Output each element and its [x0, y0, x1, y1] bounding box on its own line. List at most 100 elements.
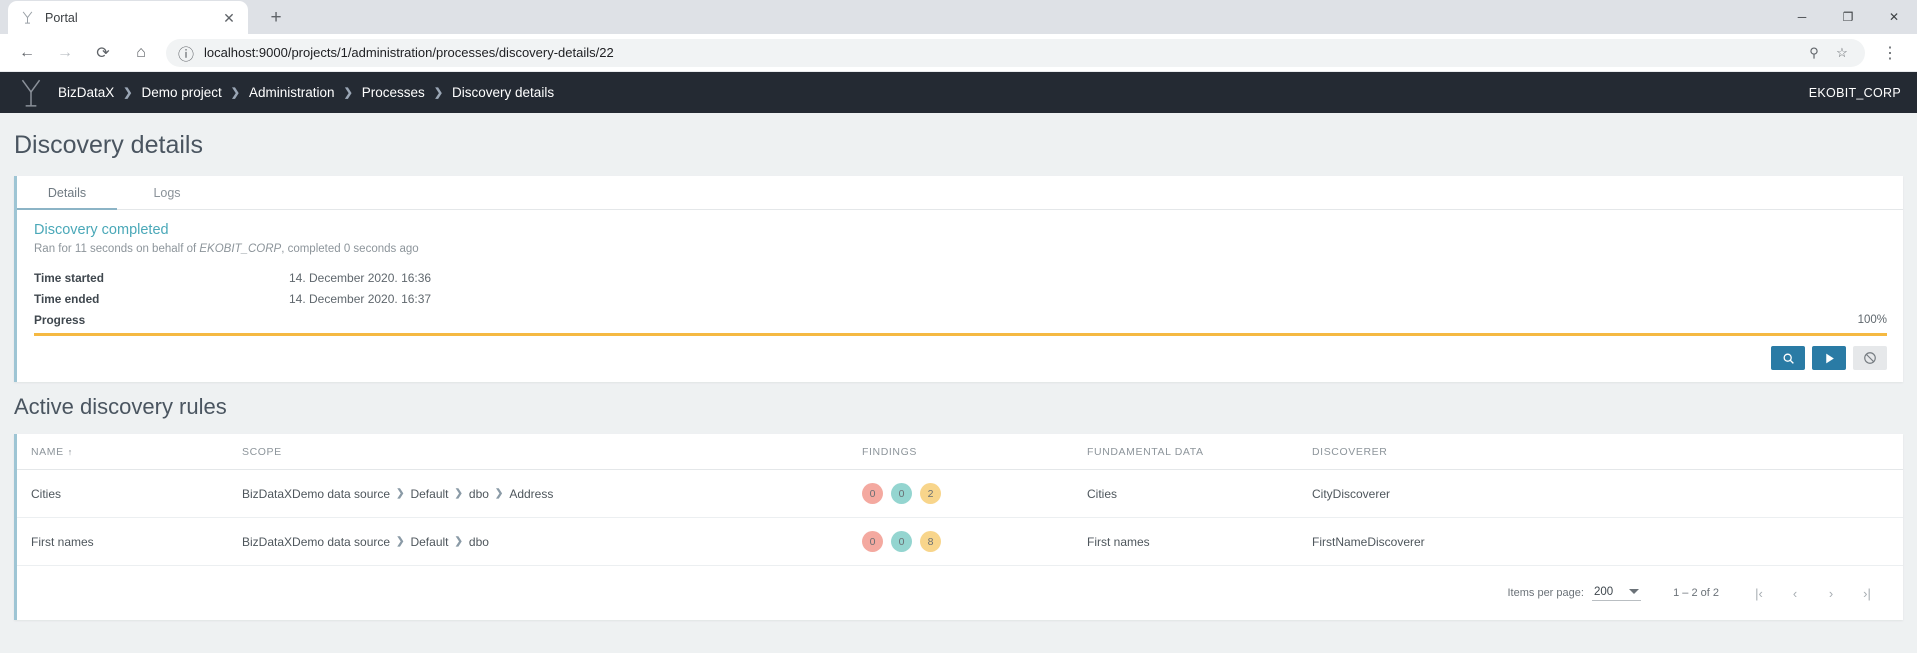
browser-toolbar: ← → ⟳ ⌂ ⓘ localhost:9000/projects/1/admi… — [0, 34, 1917, 72]
detail-row-time-started: Time started 14. December 2020. 16:36 — [17, 267, 1903, 288]
reload-icon[interactable]: ⟳ — [88, 38, 118, 68]
browser-menu-icon[interactable]: ⋮ — [1875, 38, 1905, 68]
column-header-discoverer[interactable]: DISCOVERER — [1312, 434, 1903, 470]
column-header-findings[interactable]: FINDINGS — [862, 434, 1087, 470]
cell-scope: BizDataXDemo data source ❯ Default ❯ dbo… — [242, 469, 862, 518]
last-page-button[interactable]: ›| — [1849, 578, 1885, 608]
cell-name: Cities — [17, 469, 242, 518]
browser-tab-title: Portal — [45, 10, 78, 25]
column-header-name-label: NAME — [31, 446, 64, 458]
cell-discoverer: CityDiscoverer — [1312, 469, 1903, 518]
breadcrumb-item-processes[interactable]: Processes — [362, 85, 425, 100]
column-header-scope[interactable]: SCOPE — [242, 434, 862, 470]
status-block: Discovery completed Ran for 11 seconds o… — [17, 210, 1903, 261]
detail-label: Time ended — [34, 291, 100, 306]
cancel-button[interactable] — [1853, 346, 1887, 370]
cell-discoverer: FirstNameDiscoverer — [1312, 517, 1903, 566]
table-header: NAME ↑ SCOPE FINDINGS FUNDAMENTAL DATA DI… — [17, 434, 1903, 470]
breadcrumb-item-bizdatax[interactable]: BizDataX — [58, 85, 114, 100]
previous-page-button[interactable]: ‹ — [1777, 578, 1813, 608]
search-button[interactable] — [1771, 346, 1805, 370]
new-tab-button[interactable]: + — [262, 3, 290, 31]
back-icon[interactable]: ← — [12, 38, 42, 68]
cell-fundamental-data: Cities — [1087, 469, 1312, 518]
findings-badge-pending[interactable]: 8 — [920, 531, 941, 552]
tab-bar: Details Logs — [17, 176, 1903, 210]
bizdatax-logo-icon — [16, 77, 46, 109]
close-icon[interactable]: ✕ — [220, 9, 238, 27]
home-icon[interactable]: ⌂ — [126, 38, 156, 68]
table-row[interactable]: Cities BizDataXDemo data source ❯ Defaul… — [17, 469, 1903, 518]
cell-fundamental-data: First names — [1087, 517, 1312, 566]
detail-value: 14. December 2020. 16:37 — [289, 291, 432, 306]
page-content: Discovery details Details Logs Discovery… — [0, 113, 1917, 653]
cell-findings: 0 0 8 — [862, 517, 1087, 566]
status-subtitle-actor: EKOBIT_CORP — [199, 243, 282, 255]
chevron-right-icon: ❯ — [230, 87, 241, 99]
forward-icon[interactable]: → — [50, 38, 80, 68]
scope-part: BizDataXDemo data source — [242, 486, 391, 501]
progress-percent: 100% — [1857, 314, 1887, 326]
chevron-right-icon: ❯ — [123, 87, 133, 99]
findings-badge-critical[interactable]: 0 — [862, 531, 883, 552]
items-per-page-value: 200 — [1593, 585, 1614, 598]
detail-value: 14. December 2020. 16:36 — [289, 270, 432, 285]
chevron-right-icon: ❯ — [343, 87, 353, 99]
items-per-page-label: Items per page: — [1507, 587, 1584, 599]
close-window-icon[interactable]: ✕ — [1871, 0, 1917, 34]
scope-part: dbo — [468, 534, 489, 549]
url-text: localhost:9000/projects/1/administration… — [204, 45, 614, 60]
chevron-right-icon: ❯ — [454, 488, 463, 499]
discovery-details-card: Details Logs Discovery completed Ran for… — [14, 176, 1903, 382]
status-subtitle: Ran for 11 seconds on behalf of EKOBIT_C… — [34, 243, 1903, 255]
scope-part: Default — [410, 486, 449, 501]
column-header-name[interactable]: NAME ↑ — [17, 434, 242, 470]
progress-bar — [34, 333, 1887, 336]
bizdatax-logo-icon — [18, 9, 36, 27]
active-discovery-rules-table: NAME ↑ SCOPE FINDINGS FUNDAMENTAL DATA DI… — [17, 434, 1903, 566]
first-page-button[interactable]: |‹ — [1741, 578, 1777, 608]
breadcrumb-item-discovery-details[interactable]: Discovery details — [452, 85, 554, 100]
minimize-icon[interactable]: ─ — [1779, 0, 1825, 34]
table-row[interactable]: First names BizDataXDemo data source ❯ D… — [17, 517, 1903, 566]
tab-details[interactable]: Details — [17, 176, 117, 210]
findings-badge-confirmed[interactable]: 0 — [891, 531, 912, 552]
address-bar[interactable]: ⓘ localhost:9000/projects/1/administrati… — [166, 38, 1865, 67]
chevron-right-icon: ❯ — [396, 536, 405, 547]
window-controls: ─ ❐ ✕ — [1779, 0, 1917, 34]
scope-part: Default — [410, 534, 449, 549]
site-info-icon[interactable]: ⓘ — [178, 45, 194, 64]
detail-row-time-ended: Time ended 14. December 2020. 16:37 — [17, 288, 1903, 309]
browser-tab-strip: Portal ✕ + ─ ❐ ✕ — [0, 0, 1917, 34]
chevron-right-icon: ❯ — [494, 488, 504, 499]
table-header-row: NAME ↑ SCOPE FINDINGS FUNDAMENTAL DATA DI… — [17, 434, 1903, 470]
breadcrumb-item-administration[interactable]: Administration — [249, 85, 335, 100]
chevron-right-icon: ❯ — [433, 87, 444, 99]
chevron-right-icon: ❯ — [396, 488, 405, 499]
status-subtitle-suffix: , completed 0 seconds ago — [281, 243, 419, 255]
tab-logs[interactable]: Logs — [117, 176, 217, 209]
status-title: Discovery completed — [34, 222, 169, 238]
progress-bar-fill — [34, 333, 1887, 336]
next-page-button[interactable]: › — [1813, 578, 1849, 608]
maximize-icon[interactable]: ❐ — [1825, 0, 1871, 34]
column-header-fundamental-data[interactable]: FUNDAMENTAL DATA — [1087, 434, 1312, 470]
tab-details-label: Details — [47, 185, 87, 200]
findings-badge-critical[interactable]: 0 — [862, 483, 883, 504]
user-account-label[interactable]: EKOBIT_CORP — [1809, 86, 1901, 100]
progress-bar-wrap — [17, 331, 1903, 336]
detail-label: Time started — [34, 270, 104, 285]
toolbar-right: ⋮ — [1871, 38, 1909, 68]
paginator: Items per page: 200 1 – 2 of 2 |‹ ‹ › ›| — [17, 566, 1903, 620]
run-button[interactable] — [1812, 346, 1846, 370]
items-per-page-select[interactable]: 200 — [1591, 585, 1642, 601]
browser-tab[interactable]: Portal ✕ — [8, 1, 248, 34]
breadcrumb: BizDataX ❯ Demo project ❯ Administration… — [58, 85, 1809, 100]
search-icon[interactable]: ⚲ — [1803, 42, 1825, 64]
breadcrumb-item-demo-project[interactable]: Demo project — [142, 85, 222, 100]
card-actions — [17, 336, 1903, 382]
findings-badge-pending[interactable]: 2 — [920, 483, 941, 504]
detail-row-progress: Progress 100% — [17, 309, 1903, 331]
findings-badge-confirmed[interactable]: 0 — [891, 483, 912, 504]
bookmark-star-icon[interactable]: ☆ — [1831, 42, 1853, 64]
